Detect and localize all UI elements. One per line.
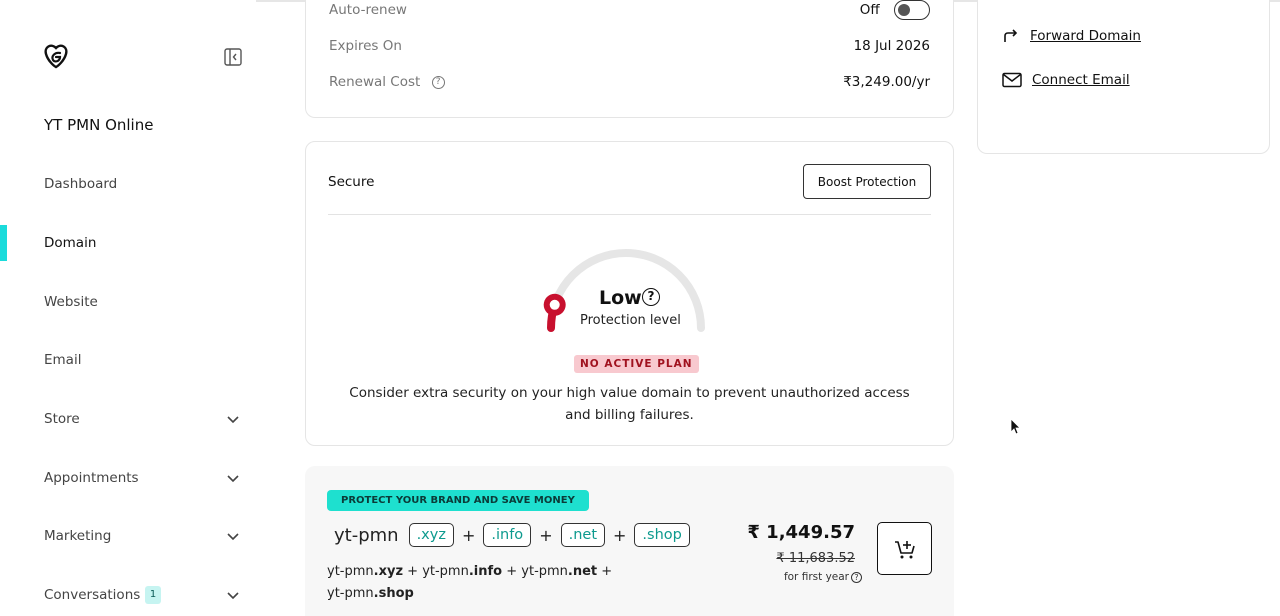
auto-renew-toggle[interactable] bbox=[894, 0, 930, 20]
chevron-down-icon bbox=[227, 416, 239, 424]
help-icon[interactable]: ? bbox=[642, 288, 660, 306]
bundle-domain-base: yt-pmn bbox=[422, 564, 469, 579]
tld-row: yt-pmn .xyz + .info + .net + .shop bbox=[334, 523, 690, 547]
price-note: for first year? bbox=[784, 571, 862, 583]
cart-icon bbox=[894, 540, 915, 558]
bundle-domain-base: yt-pmn bbox=[521, 564, 568, 579]
tld-pill: .info bbox=[483, 523, 532, 547]
forward-domain-link[interactable]: Forward Domain bbox=[1002, 28, 1141, 44]
expires-row: Expires On 18 Jul 2026 bbox=[329, 38, 930, 54]
plus-sign: + bbox=[613, 525, 627, 545]
add-to-cart-button[interactable] bbox=[877, 522, 932, 575]
expires-label: Expires On bbox=[329, 38, 402, 54]
tld-pill: .shop bbox=[634, 523, 690, 547]
expires-value: 18 Jul 2026 bbox=[853, 38, 930, 54]
sidebar-item-conversations[interactable]: Conversations 1 bbox=[0, 577, 256, 613]
bundle-domain-base: yt-pmn bbox=[327, 586, 374, 601]
envelope-icon bbox=[1002, 72, 1022, 88]
notification-badge: 1 bbox=[145, 586, 161, 604]
plus-sign: + bbox=[539, 525, 553, 545]
help-icon[interactable]: ? bbox=[431, 76, 445, 89]
sidebar-item-website[interactable]: Website bbox=[0, 284, 256, 320]
domain-details-card: Auto-renew Off Expires On 18 Jul 2026 Re… bbox=[305, 0, 954, 118]
price-note-text: for first year bbox=[783, 571, 849, 583]
plus-sign: + bbox=[461, 525, 476, 545]
chevron-down-icon bbox=[227, 475, 239, 483]
bundle-domain-base: yt-pmn bbox=[327, 564, 374, 579]
bundle-base-name: yt-pmn bbox=[334, 524, 399, 546]
auto-renew-label: Auto-renew bbox=[329, 2, 407, 18]
protection-level-label: Protection level bbox=[580, 313, 681, 328]
sidebar: YT PMN Online Dashboard Domain Website E… bbox=[0, 0, 256, 616]
renewal-row: Renewal Cost ? ₹3,249.00/yr bbox=[329, 74, 930, 90]
secure-card: Secure Boost Protection Low ? Protection… bbox=[305, 141, 954, 446]
mouse-cursor-icon bbox=[1010, 418, 1021, 435]
secure-title: Secure bbox=[328, 174, 375, 190]
forward-arrow-icon bbox=[1004, 29, 1018, 42]
sidebar-item-label: Dashboard bbox=[44, 176, 118, 192]
active-indicator bbox=[0, 225, 7, 261]
quick-actions-card: Forward Domain Connect Email bbox=[977, 0, 1270, 154]
plus-sign: + bbox=[601, 564, 613, 579]
renewal-value: ₹3,249.00/yr bbox=[843, 74, 930, 90]
bundle-domain-tld: .xyz bbox=[373, 564, 404, 579]
tld-pill: .net bbox=[560, 523, 605, 547]
connect-email-link[interactable]: Connect Email bbox=[1002, 72, 1130, 88]
plus-sign: + bbox=[506, 564, 518, 579]
renewal-label: Renewal Cost bbox=[329, 74, 421, 90]
connect-email-label: Connect Email bbox=[1032, 72, 1130, 88]
bundle-domain-tld: .net bbox=[567, 564, 598, 579]
status-badge: NO ACTIVE PLAN bbox=[574, 355, 699, 373]
sidebar-item-email[interactable]: Email bbox=[0, 342, 256, 378]
sidebar-item-store[interactable]: Store bbox=[0, 401, 256, 437]
bundle-price: ₹ 1,449.57 bbox=[747, 522, 855, 543]
chevron-down-icon bbox=[227, 592, 239, 600]
sidebar-item-label: Store bbox=[44, 411, 80, 427]
auto-renew-row: Auto-renew Off bbox=[329, 0, 930, 20]
sidebar-item-label: Marketing bbox=[44, 528, 112, 544]
bundle-domain-tld: .info bbox=[468, 564, 503, 579]
auto-renew-value: Off bbox=[860, 0, 930, 20]
boost-protection-button[interactable]: Boost Protection bbox=[803, 164, 931, 199]
secure-description: Consider extra security on your high val… bbox=[349, 385, 910, 423]
collapse-sidebar-icon[interactable] bbox=[224, 48, 242, 66]
auto-renew-status: Off bbox=[859, 2, 880, 18]
sidebar-item-dashboard[interactable]: Dashboard bbox=[0, 166, 256, 202]
bundle-old-price: ₹ 11,683.52 bbox=[776, 551, 855, 566]
page: YT PMN Online Dashboard Domain Website E… bbox=[0, 0, 1280, 616]
sidebar-item-label: Conversations bbox=[44, 587, 141, 603]
domain-bundle-offer: PROTECT YOUR BRAND AND SAVE MONEY yt-pmn… bbox=[305, 466, 954, 616]
sidebar-item-label: Email bbox=[44, 352, 82, 368]
toggle-knob bbox=[898, 4, 910, 16]
site-name: YT PMN Online bbox=[44, 116, 154, 134]
sidebar-item-marketing[interactable]: Marketing bbox=[0, 518, 256, 554]
chevron-down-icon bbox=[227, 533, 239, 541]
tld-pill: .xyz bbox=[408, 523, 454, 547]
protection-level-value: Low bbox=[599, 287, 642, 309]
sidebar-item-label: Website bbox=[44, 294, 98, 310]
sidebar-item-label: Appointments bbox=[44, 470, 139, 486]
sidebar-item-appointments[interactable]: Appointments bbox=[0, 460, 256, 496]
renewal-label-wrap: Renewal Cost ? bbox=[329, 74, 445, 90]
help-icon[interactable]: ? bbox=[851, 572, 862, 583]
plus-sign: + bbox=[407, 564, 419, 579]
promo-tag: PROTECT YOUR BRAND AND SAVE MONEY bbox=[327, 490, 589, 511]
sidebar-item-domain[interactable]: Domain bbox=[0, 225, 256, 261]
sidebar-item-label: Domain bbox=[44, 235, 97, 251]
divider bbox=[328, 214, 931, 215]
bundle-description: yt-pmn.xyz + yt-pmn.info + yt-pmn.net + … bbox=[327, 561, 627, 605]
bundle-domain-tld: .shop bbox=[373, 586, 414, 601]
godaddy-logo-icon[interactable] bbox=[43, 44, 69, 70]
forward-domain-label: Forward Domain bbox=[1030, 28, 1141, 44]
